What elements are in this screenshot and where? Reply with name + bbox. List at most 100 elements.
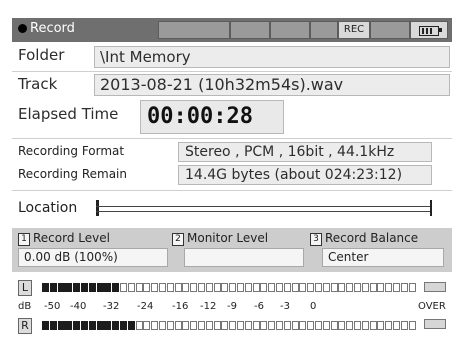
meter-segment <box>205 321 213 330</box>
rec-badge: REC <box>338 21 370 39</box>
record-balance-header: 3 Record Balance <box>310 231 418 246</box>
meter-segment <box>127 283 135 292</box>
meter-segment <box>190 321 198 330</box>
recording-remain-label: Recording Remain <box>18 167 127 181</box>
meter-segment <box>57 283 65 292</box>
title-label: Record <box>30 21 75 36</box>
meter-segment <box>330 321 338 330</box>
folder-field: \Int Memory <box>94 46 450 68</box>
meter-segment <box>57 321 65 330</box>
track-field: 2013-08-21 (10h32m54s).wav <box>94 74 450 96</box>
db-unit-label: dB <box>18 301 32 312</box>
meter-segment <box>330 283 338 292</box>
divider <box>12 190 452 191</box>
meter-segment <box>307 283 315 292</box>
meter-segment <box>49 283 57 292</box>
meter-segment <box>81 283 88 292</box>
location-bar <box>96 206 432 212</box>
record-balance-label: Record Balance <box>325 231 419 245</box>
key-2-icon: 2 <box>172 233 184 246</box>
meter-segment <box>299 321 307 330</box>
meter-segment <box>315 321 322 330</box>
db-tick-label: -32 <box>103 301 120 312</box>
db-tick-label: -24 <box>137 301 154 312</box>
recorder-screen: Record REC Folder \Int Memory Track 2013… <box>12 18 452 336</box>
meter-segment <box>260 321 268 330</box>
meter-segment <box>244 321 252 330</box>
status-slot-5 <box>370 21 410 39</box>
monitor-level-field[interactable] <box>184 248 304 267</box>
meter-segment <box>198 321 205 330</box>
right-over-indicator <box>424 319 446 329</box>
title-bar: Record REC <box>12 18 452 42</box>
db-tick-label: -16 <box>172 301 189 312</box>
meter-segment <box>400 321 408 330</box>
meter-segment <box>408 283 416 292</box>
battery-icon <box>410 21 448 39</box>
meter-segment <box>182 283 190 292</box>
meter-segment <box>143 283 151 292</box>
meter-segment <box>104 283 112 292</box>
title-text: Record <box>18 21 75 36</box>
meter-segment <box>354 321 361 330</box>
meter-segment <box>73 321 81 330</box>
meter-segment <box>299 283 307 292</box>
meter-segment <box>369 321 377 330</box>
meter-segment <box>252 321 260 330</box>
meter-segment <box>322 283 330 292</box>
settings-panel: 1 Record Level 0.00 dB (100%) 2 Monitor Le… <box>12 228 452 272</box>
meter-segment <box>260 283 268 292</box>
meter-segment <box>276 283 283 292</box>
meter-segment <box>213 283 221 292</box>
meter-segment <box>135 283 143 292</box>
key-3-icon: 3 <box>310 233 322 246</box>
meter-segment <box>346 283 354 292</box>
db-scale: dB OVER -50 -40 -32 -24 -16 -12 -9 -6 -3 0 <box>12 301 452 315</box>
track-label: Track <box>18 75 58 93</box>
meter-segment <box>42 321 49 330</box>
meter-segment <box>151 283 159 292</box>
meter-segment <box>159 321 166 330</box>
meter-segment <box>276 321 283 330</box>
meter-segment <box>88 321 96 330</box>
status-slot-4 <box>310 21 338 39</box>
meter-segment <box>190 283 198 292</box>
meter-segment <box>315 283 322 292</box>
folder-label: Folder <box>18 46 65 64</box>
db-tick-label: -12 <box>200 301 217 312</box>
meter-segment <box>377 321 385 330</box>
meter-segment <box>283 283 291 292</box>
meter-segment <box>385 283 393 292</box>
meter-segment <box>237 321 244 330</box>
meter-segment <box>400 283 408 292</box>
record-balance-field[interactable]: Center <box>322 248 444 267</box>
meter-segment <box>338 321 346 330</box>
meter-segment <box>42 283 49 292</box>
meter-segment <box>283 321 291 330</box>
meter-segment <box>174 283 182 292</box>
meter-segment <box>393 321 400 330</box>
meter-segment <box>88 283 96 292</box>
meter-segment <box>346 321 354 330</box>
meter-segment <box>112 321 120 330</box>
elapsed-time-value: 00:00:28 <box>140 100 284 134</box>
meter-segment <box>159 283 166 292</box>
meter-segment <box>135 321 143 330</box>
db-tick-label: -3 <box>280 301 290 312</box>
monitor-level-label: Monitor Level <box>187 231 269 245</box>
record-level-label: Record Level <box>33 231 110 245</box>
meter-segment <box>120 283 127 292</box>
meter-segment <box>237 283 244 292</box>
recording-remain-field: 14.4G bytes (about 024:23:12) <box>178 165 432 185</box>
record-level-field[interactable]: 0.00 dB (100%) <box>18 248 168 267</box>
meter-segment <box>213 321 221 330</box>
recording-format-field: Stereo , PCM , 16bit , 44.1kHz <box>178 142 432 162</box>
meter-segment <box>229 283 237 292</box>
db-tick-label: -50 <box>44 301 61 312</box>
meter-segment <box>244 283 252 292</box>
meter-segment <box>96 283 104 292</box>
meter-segment <box>81 321 88 330</box>
meter-segment <box>182 321 190 330</box>
meter-segment <box>73 283 81 292</box>
meter-segment <box>408 321 416 330</box>
